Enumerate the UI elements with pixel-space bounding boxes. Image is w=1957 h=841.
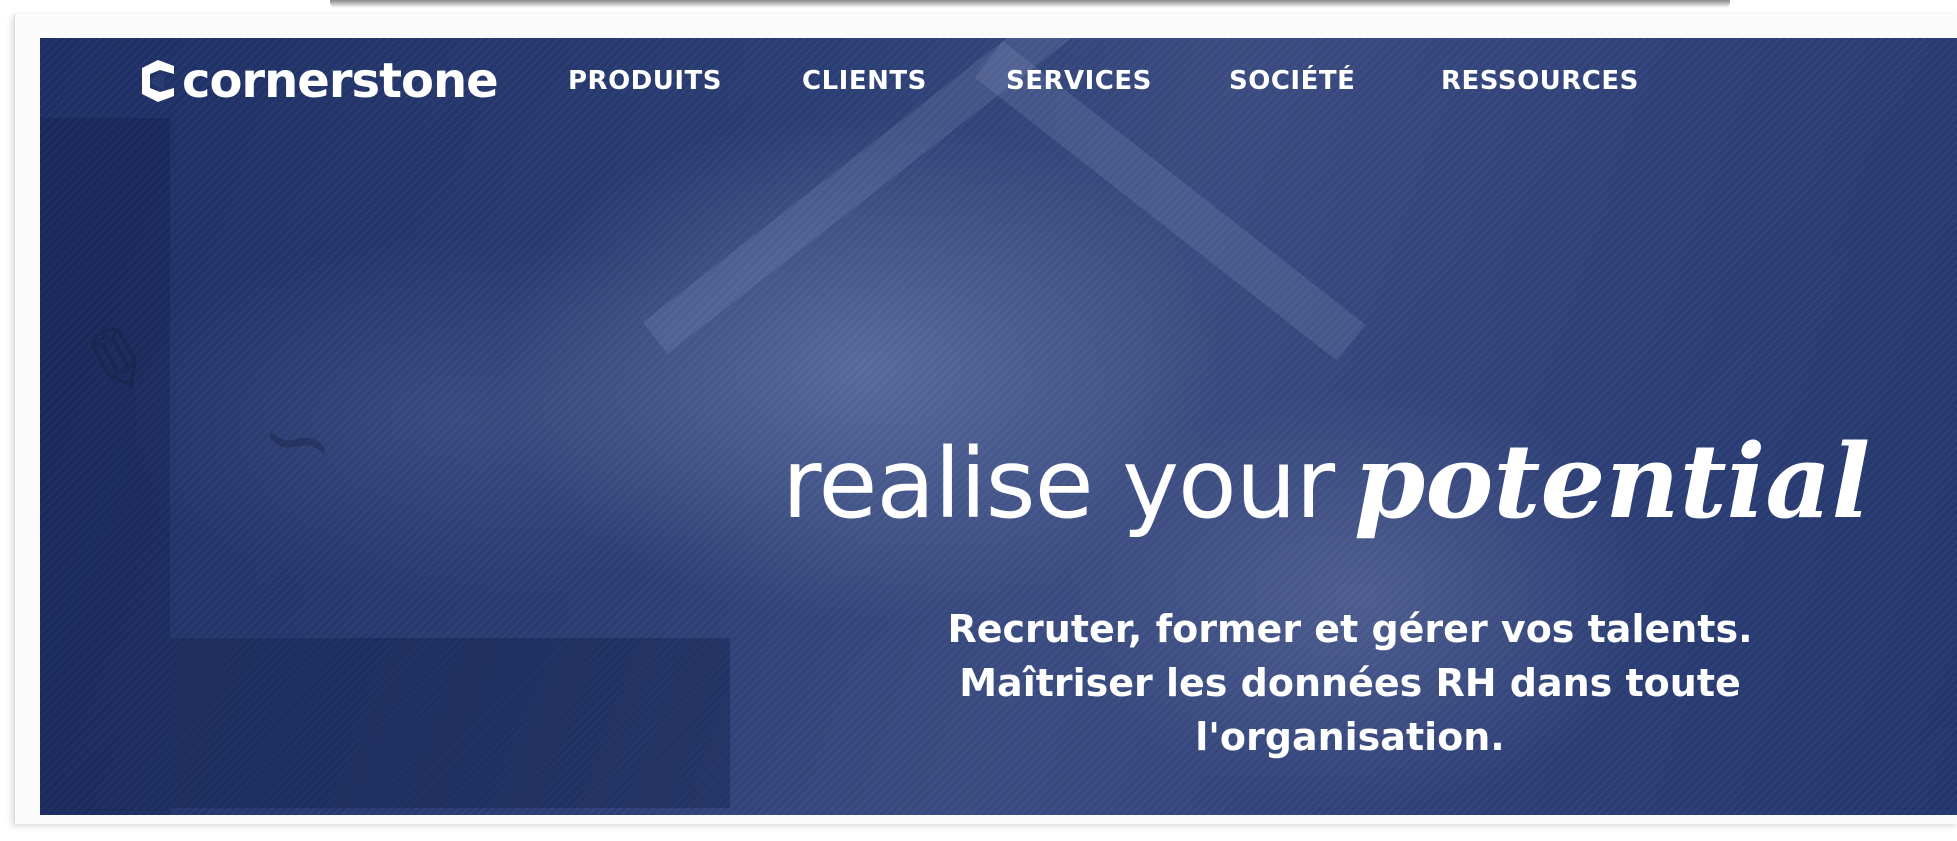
cornerstone-logo[interactable]: cornerstone <box>138 52 499 110</box>
cornerstone-c-mark-icon <box>142 60 174 102</box>
background-shape <box>40 118 170 815</box>
background-scribble: ∽ <box>251 382 344 499</box>
nav-item-produits[interactable]: PRODUITS <box>568 66 722 96</box>
hero-subtext: Recruter, former et gérer vos talents. M… <box>930 602 1770 764</box>
hero-headline-plain: realise your <box>782 428 1335 541</box>
top-navigation: cornerstone PRODUITS CLIENTS SERVICES SO… <box>40 38 1957 128</box>
background-shape <box>170 638 730 808</box>
nav-item-societe[interactable]: SOCIÉTÉ <box>1229 66 1355 96</box>
browser-edge-shadow <box>330 0 1730 8</box>
nav-item-ressources[interactable]: RESSOURCES <box>1441 66 1639 96</box>
nav-item-services[interactable]: SERVICES <box>1006 66 1152 96</box>
nav-item-clients[interactable]: CLIENTS <box>802 66 927 96</box>
hero-subtext-line: l'organisation. <box>1195 715 1505 759</box>
logo-text: cornerstone <box>182 53 499 109</box>
hero-subtext-line: Recruter, former et gérer vos talents. <box>947 607 1753 651</box>
hero-headline-script: potential <box>1354 422 1871 543</box>
background-scribble: ✎ <box>63 303 153 418</box>
page: ✎ ∽ cornerstone PRODUITS CLIENTS SERVICE… <box>0 0 1957 841</box>
hero-subtext-line: Maîtriser les données RH dans toute <box>959 661 1741 705</box>
hero-headline: realise your potential <box>782 431 1870 533</box>
